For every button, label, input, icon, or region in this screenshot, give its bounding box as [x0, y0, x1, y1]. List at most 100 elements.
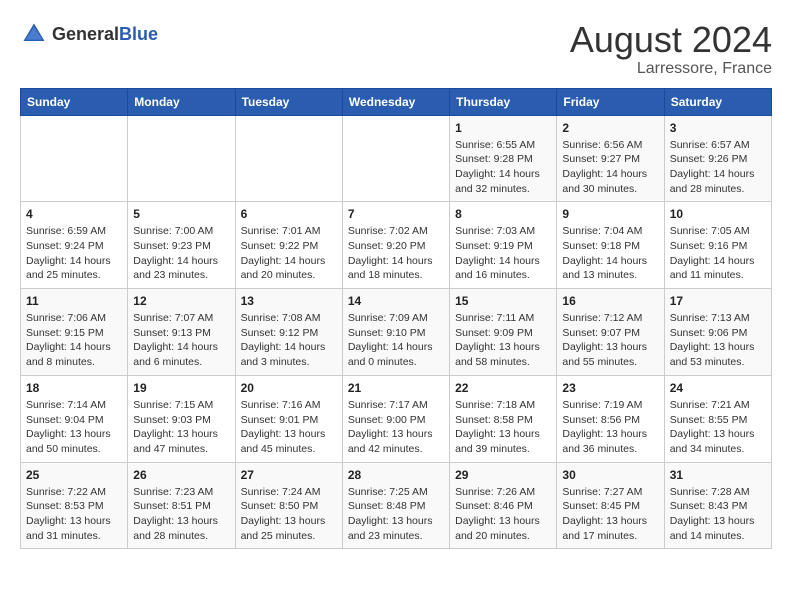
day-number: 4: [26, 207, 122, 221]
calendar-cell: 31 Sunrise: 7:28 AMSunset: 8:43 PMDayligh…: [664, 462, 771, 549]
day-info: Sunrise: 7:24 AMSunset: 8:50 PMDaylight:…: [241, 485, 337, 544]
day-number: 14: [348, 294, 444, 308]
day-number: 23: [562, 381, 658, 395]
day-info: Sunrise: 6:57 AMSunset: 9:26 PMDaylight:…: [670, 138, 766, 197]
page-header: GeneralBlue August 2024 Larressore, Fran…: [20, 20, 772, 78]
day-number: 8: [455, 207, 551, 221]
calendar-cell: 21Sunrise: 7:17 AMSunset: 9:00 PMDayligh…: [342, 375, 449, 462]
calendar-cell: 24Sunrise: 7:21 AMSunset: 8:55 PMDayligh…: [664, 375, 771, 462]
day-number: 10: [670, 207, 766, 221]
day-number: 27: [241, 468, 337, 482]
day-info: Sunrise: 6:56 AMSunset: 9:27 PMDaylight:…: [562, 138, 658, 197]
calendar-cell: 10Sunrise: 7:05 AMSunset: 9:16 PMDayligh…: [664, 202, 771, 289]
day-number: 3: [670, 121, 766, 135]
calendar-cell: 30 Sunrise: 7:27 AMSunset: 8:45 PMDayligh…: [557, 462, 664, 549]
day-number: 31: [670, 468, 766, 482]
calendar-cell: [235, 115, 342, 202]
calendar-cell: [342, 115, 449, 202]
week-row-1: 1 Sunrise: 6:55 AMSunset: 9:28 PMDaylight…: [21, 115, 772, 202]
day-number: 5: [133, 207, 229, 221]
day-info: Sunrise: 7:15 AMSunset: 9:03 PMDaylight:…: [133, 398, 229, 457]
calendar-cell: 25Sunrise: 7:22 AMSunset: 8:53 PMDayligh…: [21, 462, 128, 549]
day-info: Sunrise: 7:16 AMSunset: 9:01 PMDaylight:…: [241, 398, 337, 457]
day-header-saturday: Saturday: [664, 88, 771, 115]
logo-text-general: General: [52, 24, 119, 44]
day-info: Sunrise: 7:26 AMSunset: 8:46 PMDaylight:…: [455, 485, 551, 544]
day-number: 11: [26, 294, 122, 308]
day-header-sunday: Sunday: [21, 88, 128, 115]
calendar-cell: 2 Sunrise: 6:56 AMSunset: 9:27 PMDaylight…: [557, 115, 664, 202]
main-title: August 2024: [570, 20, 772, 60]
calendar-cell: 14 Sunrise: 7:09 AMSunset: 9:10 PMDayligh…: [342, 289, 449, 376]
subtitle: Larressore, France: [570, 60, 772, 78]
day-info: Sunrise: 7:23 AMSunset: 8:51 PMDaylight:…: [133, 485, 229, 544]
day-number: 16: [562, 294, 658, 308]
calendar-cell: 16 Sunrise: 7:12 AMSunset: 9:07 PMDayligh…: [557, 289, 664, 376]
day-number: 17: [670, 294, 766, 308]
day-number: 12: [133, 294, 229, 308]
day-info: Sunrise: 7:08 AMSunset: 9:12 PMDaylight:…: [241, 311, 337, 370]
calendar-cell: 28 Sunrise: 7:25 AMSunset: 8:48 PMDayligh…: [342, 462, 449, 549]
calendar-cell: 22 Sunrise: 7:18 AMSunset: 8:58 PMDayligh…: [450, 375, 557, 462]
day-info: Sunrise: 7:28 AMSunset: 8:43 PMDaylight:…: [670, 485, 766, 544]
calendar-cell: 7 Sunrise: 7:02 AMSunset: 9:20 PMDaylight…: [342, 202, 449, 289]
calendar-cell: 17 Sunrise: 7:13 AMSunset: 9:06 PMDayligh…: [664, 289, 771, 376]
calendar-cell: 13Sunrise: 7:08 AMSunset: 9:12 PMDayligh…: [235, 289, 342, 376]
day-info: Sunrise: 7:22 AMSunset: 8:53 PMDaylight:…: [26, 485, 122, 544]
calendar-cell: 20Sunrise: 7:16 AMSunset: 9:01 PMDayligh…: [235, 375, 342, 462]
day-number: 2: [562, 121, 658, 135]
day-number: 22: [455, 381, 551, 395]
day-number: 1: [455, 121, 551, 135]
day-info: Sunrise: 7:00 AMSunset: 9:23 PMDaylight:…: [133, 224, 229, 283]
day-header-monday: Monday: [128, 88, 235, 115]
day-number: 19: [133, 381, 229, 395]
calendar-cell: 23Sunrise: 7:19 AMSunset: 8:56 PMDayligh…: [557, 375, 664, 462]
title-area: August 2024 Larressore, France: [570, 20, 772, 78]
day-info: Sunrise: 7:09 AMSunset: 9:10 PMDaylight:…: [348, 311, 444, 370]
day-number: 26: [133, 468, 229, 482]
calendar-cell: 1 Sunrise: 6:55 AMSunset: 9:28 PMDaylight…: [450, 115, 557, 202]
calendar-cell: 26 Sunrise: 7:23 AMSunset: 8:51 PMDayligh…: [128, 462, 235, 549]
day-info: Sunrise: 7:25 AMSunset: 8:48 PMDaylight:…: [348, 485, 444, 544]
day-number: 28: [348, 468, 444, 482]
calendar-cell: 15 Sunrise: 7:11 AMSunset: 9:09 PMDayligh…: [450, 289, 557, 376]
day-number: 30: [562, 468, 658, 482]
logo-icon: [20, 20, 48, 48]
week-row-3: 11 Sunrise: 7:06 AMSunset: 9:15 PMDayligh…: [21, 289, 772, 376]
week-row-5: 25Sunrise: 7:22 AMSunset: 8:53 PMDayligh…: [21, 462, 772, 549]
day-number: 15: [455, 294, 551, 308]
day-info: Sunrise: 7:03 AMSunset: 9:19 PMDaylight:…: [455, 224, 551, 283]
calendar-cell: [21, 115, 128, 202]
day-info: Sunrise: 7:11 AMSunset: 9:09 PMDaylight:…: [455, 311, 551, 370]
day-info: Sunrise: 7:21 AMSunset: 8:55 PMDaylight:…: [670, 398, 766, 457]
day-info: Sunrise: 6:55 AMSunset: 9:28 PMDaylight:…: [455, 138, 551, 197]
calendar-header-row: SundayMondayTuesdayWednesdayThursdayFrid…: [21, 88, 772, 115]
day-header-friday: Friday: [557, 88, 664, 115]
day-number: 18: [26, 381, 122, 395]
calendar-cell: 3 Sunrise: 6:57 AMSunset: 9:26 PMDaylight…: [664, 115, 771, 202]
calendar-table: SundayMondayTuesdayWednesdayThursdayFrid…: [20, 88, 772, 550]
day-number: 6: [241, 207, 337, 221]
day-info: Sunrise: 7:27 AMSunset: 8:45 PMDaylight:…: [562, 485, 658, 544]
calendar-cell: 18Sunrise: 7:14 AMSunset: 9:04 PMDayligh…: [21, 375, 128, 462]
calendar-cell: 6 Sunrise: 7:01 AMSunset: 9:22 PMDaylight…: [235, 202, 342, 289]
day-info: Sunrise: 7:06 AMSunset: 9:15 PMDaylight:…: [26, 311, 122, 370]
day-number: 29: [455, 468, 551, 482]
day-info: Sunrise: 7:17 AMSunset: 9:00 PMDaylight:…: [348, 398, 444, 457]
day-info: Sunrise: 7:04 AMSunset: 9:18 PMDaylight:…: [562, 224, 658, 283]
day-info: Sunrise: 7:13 AMSunset: 9:06 PMDaylight:…: [670, 311, 766, 370]
day-header-thursday: Thursday: [450, 88, 557, 115]
calendar-cell: 29 Sunrise: 7:26 AMSunset: 8:46 PMDayligh…: [450, 462, 557, 549]
day-info: Sunrise: 7:18 AMSunset: 8:58 PMDaylight:…: [455, 398, 551, 457]
calendar-cell: 5 Sunrise: 7:00 AMSunset: 9:23 PMDaylight…: [128, 202, 235, 289]
logo-text-blue: Blue: [119, 24, 158, 44]
day-info: Sunrise: 7:12 AMSunset: 9:07 PMDaylight:…: [562, 311, 658, 370]
day-info: Sunrise: 7:01 AMSunset: 9:22 PMDaylight:…: [241, 224, 337, 283]
day-header-tuesday: Tuesday: [235, 88, 342, 115]
day-number: 7: [348, 207, 444, 221]
day-info: Sunrise: 6:59 AMSunset: 9:24 PMDaylight:…: [26, 224, 122, 283]
day-info: Sunrise: 7:02 AMSunset: 9:20 PMDaylight:…: [348, 224, 444, 283]
calendar-cell: 8 Sunrise: 7:03 AMSunset: 9:19 PMDaylight…: [450, 202, 557, 289]
day-info: Sunrise: 7:07 AMSunset: 9:13 PMDaylight:…: [133, 311, 229, 370]
calendar-cell: 27 Sunrise: 7:24 AMSunset: 8:50 PMDayligh…: [235, 462, 342, 549]
